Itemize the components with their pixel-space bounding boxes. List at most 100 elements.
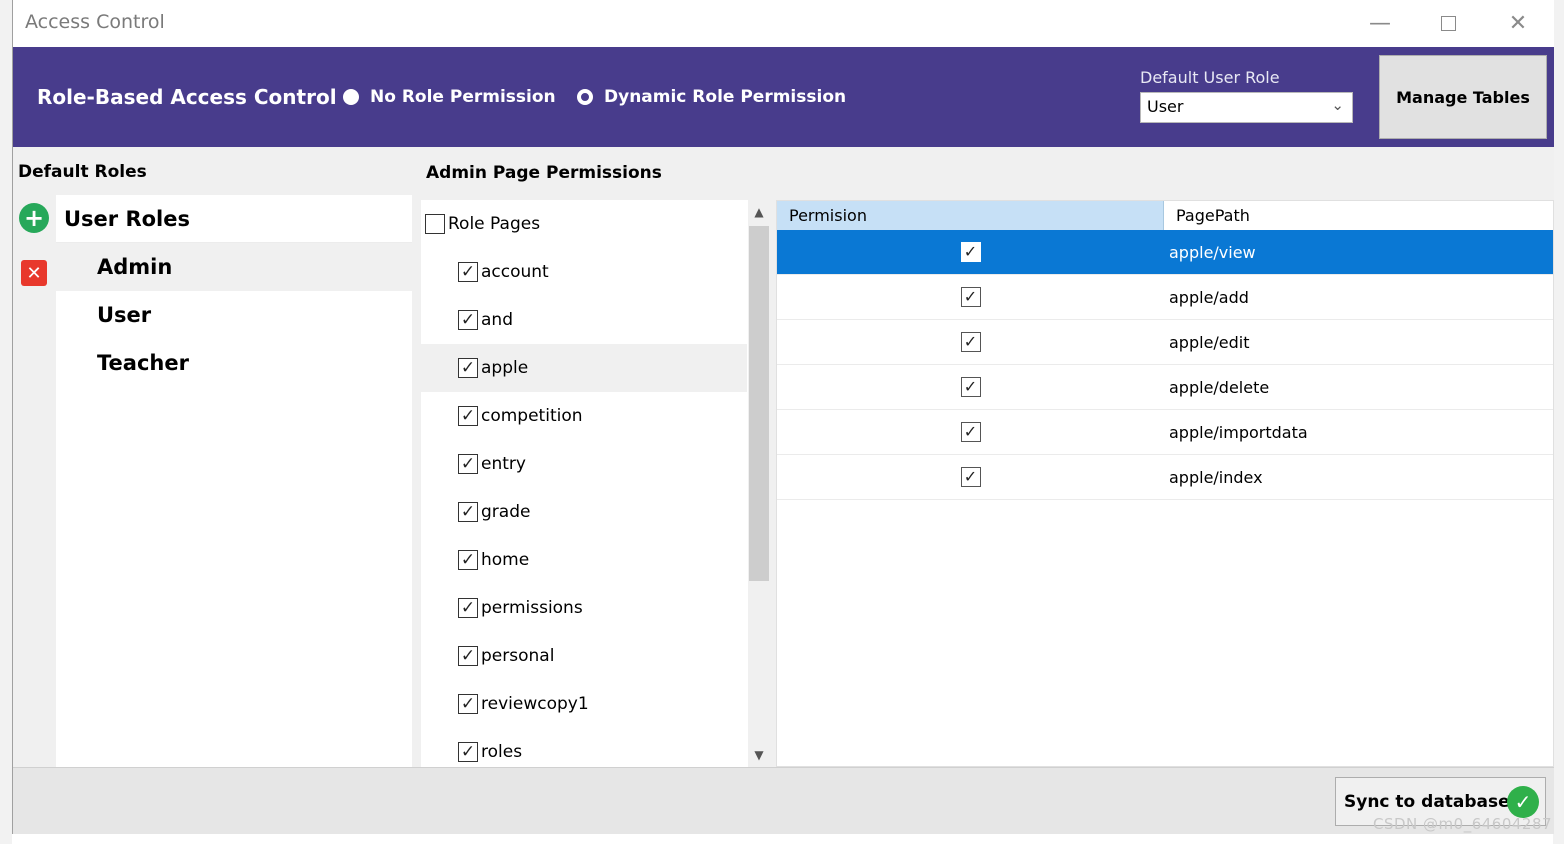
manage-tables-button[interactable]: Manage Tables — [1379, 55, 1547, 139]
table-row[interactable]: ✓ apple/importdata — [777, 410, 1553, 455]
tree-item-label: roles — [481, 742, 523, 762]
dynamic-role-permission-radio[interactable]: Dynamic Role Permission — [577, 87, 846, 107]
chevron-down-icon: ⌄ — [1331, 96, 1344, 114]
role-item-admin[interactable]: Admin — [56, 243, 412, 291]
tree-item-reviewcopy1[interactable]: ✓ reviewcopy1 — [421, 680, 747, 728]
permission-cell: ✓ — [777, 287, 1164, 307]
header-title: Role-Based Access Control — [37, 85, 337, 109]
role-actions: + ✕ — [13, 195, 56, 767]
checked-box-icon[interactable]: ✓ — [458, 742, 478, 762]
watermark-text: CSDN @m0_64604287 — [1373, 815, 1553, 833]
delete-role-icon[interactable]: ✕ — [21, 260, 47, 286]
default-user-role-label: Default User Role — [1140, 68, 1280, 87]
default-user-role-select[interactable]: User ⌄ — [1140, 92, 1353, 123]
pagepath-cell: apple/edit — [1169, 332, 1250, 352]
checked-box-icon[interactable]: ✓ — [458, 646, 478, 666]
add-role-icon[interactable]: + — [19, 203, 49, 233]
header-band: Role-Based Access Control No Role Permis… — [13, 47, 1554, 147]
tree-item-label: Role Pages — [448, 214, 541, 234]
checked-box-icon[interactable]: ✓ — [458, 502, 478, 522]
checked-box-icon[interactable]: ✓ — [458, 262, 478, 282]
title-bar[interactable]: Access Control — ✕ — [13, 0, 1554, 47]
table-row[interactable]: ✓ apple/index — [777, 455, 1553, 500]
permission-cell: ✓ — [777, 377, 1164, 397]
tree-item-personal[interactable]: ✓ personal — [421, 632, 747, 680]
no-role-permission-label: No Role Permission — [370, 87, 556, 107]
tree-item-competition[interactable]: ✓ competition — [421, 392, 747, 440]
pages-scrollbar[interactable]: ▲ ▼ — [748, 200, 770, 767]
admin-page-permissions-title: Admin Page Permissions — [426, 163, 662, 183]
checked-box-icon[interactable]: ✓ — [458, 454, 478, 474]
checked-box-icon[interactable]: ✓ — [458, 598, 478, 618]
tree-item-roles[interactable]: ✓ roles — [421, 728, 747, 767]
maximize-icon — [1440, 15, 1456, 31]
default-user-role-value: User — [1147, 97, 1184, 116]
tree-item-entry[interactable]: ✓ entry — [421, 440, 747, 488]
tree-item-label: reviewcopy1 — [481, 694, 589, 714]
tree-item-permissions[interactable]: ✓ permissions — [421, 584, 747, 632]
tree-item-label: personal — [481, 646, 555, 666]
minimize-button[interactable]: — — [1365, 8, 1395, 38]
tree-item-label: competition — [481, 406, 583, 426]
permission-cell: ✓ — [777, 242, 1164, 262]
scroll-up-icon[interactable]: ▲ — [748, 200, 770, 224]
checked-box-icon[interactable]: ✓ — [960, 467, 981, 487]
table-row[interactable]: ✓ apple/edit — [777, 320, 1553, 365]
pagepath-cell: apple/delete — [1169, 377, 1270, 397]
permission-cell: ✓ — [777, 422, 1164, 442]
checked-box-icon[interactable]: ✓ — [960, 242, 981, 262]
checked-box-icon[interactable]: ✓ — [458, 550, 478, 570]
permission-cell: ✓ — [777, 332, 1164, 352]
background-window-strip — [0, 0, 12, 844]
checked-box-icon[interactable]: ✓ — [458, 406, 478, 426]
tree-item-and[interactable]: ✓ and — [421, 296, 747, 344]
tree-item-label: entry — [481, 454, 526, 474]
no-role-permission-radio[interactable]: No Role Permission — [343, 87, 556, 107]
background-window-strip-right — [1553, 0, 1564, 844]
access-control-window: Access Control — ✕ Role-Based Access Con… — [12, 0, 1554, 834]
maximize-button[interactable] — [1433, 8, 1463, 38]
tree-item-apple[interactable]: ✓ apple — [421, 344, 747, 392]
tree-item-label: home — [481, 550, 530, 570]
radio-unselected-icon — [343, 89, 359, 105]
role-item-user[interactable]: User — [56, 291, 412, 339]
checked-box-icon[interactable]: ✓ — [960, 332, 981, 352]
table-row[interactable]: ✓ apple/delete — [777, 365, 1553, 410]
checked-box-icon[interactable]: ✓ — [960, 287, 981, 307]
tree-item-account[interactable]: ✓ account — [421, 248, 747, 296]
role-pages-tree: Role Pages ✓ account ✓ and ✓ apple ✓ com… — [421, 200, 748, 767]
table-row[interactable]: ✓ apple/view — [777, 230, 1553, 275]
column-header-permission[interactable]: Permision — [777, 201, 1164, 230]
tree-item-label: and — [481, 310, 513, 330]
scroll-down-icon[interactable]: ▼ — [748, 743, 770, 767]
roles-list: User Roles Admin User Teacher — [56, 195, 412, 767]
scroll-thumb[interactable] — [749, 226, 769, 581]
table-row[interactable]: ✓ apple/add — [777, 275, 1553, 320]
checked-box-icon[interactable]: ✓ — [458, 358, 478, 378]
tree-item-home[interactable]: ✓ home — [421, 536, 747, 584]
pagepath-cell: apple/add — [1169, 287, 1249, 307]
role-item-label: Teacher — [97, 351, 189, 375]
tree-item-label: apple — [481, 358, 529, 378]
column-header-pagepath[interactable]: PagePath — [1164, 201, 1553, 230]
permission-cell: ✓ — [777, 467, 1164, 487]
checked-box-icon[interactable]: ✓ — [960, 377, 981, 397]
default-roles-title: Default Roles — [18, 162, 147, 182]
permissions-grid: Permision PagePath ✓ apple/view ✓ apple/… — [776, 200, 1554, 767]
unchecked-box-icon[interactable] — [425, 214, 445, 234]
close-button[interactable]: ✕ — [1503, 8, 1533, 38]
footer-bar: Sync to database ✓ — [13, 767, 1554, 834]
checked-box-icon[interactable]: ✓ — [458, 694, 478, 714]
role-item-teacher[interactable]: Teacher — [56, 339, 412, 387]
checked-box-icon[interactable]: ✓ — [458, 310, 478, 330]
tree-item-grade[interactable]: ✓ grade — [421, 488, 747, 536]
checked-box-icon[interactable]: ✓ — [960, 422, 981, 442]
tree-item-label: permissions — [481, 598, 583, 618]
sync-button-label: Sync to database — [1344, 791, 1510, 812]
tree-root-role-pages[interactable]: Role Pages — [421, 200, 747, 248]
tree-item-label: grade — [481, 502, 531, 522]
tree-item-label: account — [481, 262, 549, 282]
content-area: Default Roles Admin Page Permissions + ✕… — [13, 147, 1554, 767]
radio-selected-icon — [577, 89, 593, 105]
pagepath-cell: apple/importdata — [1169, 422, 1308, 442]
